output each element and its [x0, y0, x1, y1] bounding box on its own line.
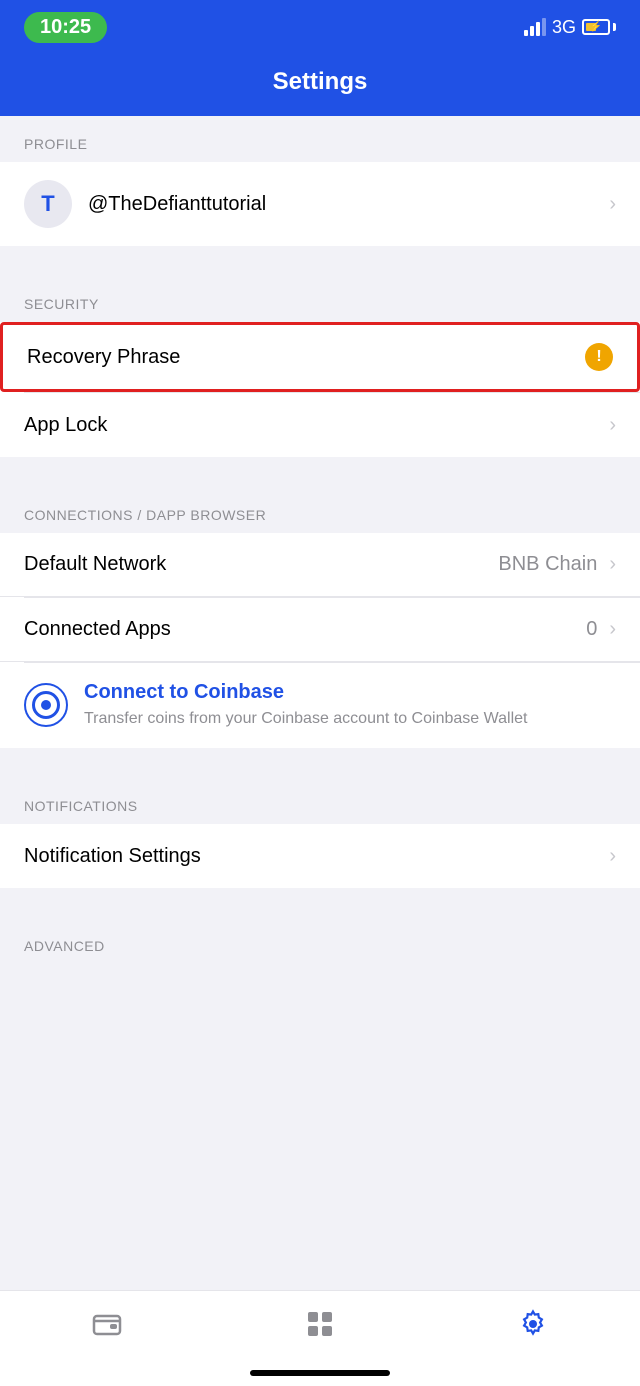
connected-apps-label: Connected Apps — [24, 618, 171, 641]
separator-1 — [0, 246, 640, 276]
nav-item-wallet[interactable] — [72, 1306, 142, 1349]
notification-settings-item[interactable]: Notification Settings › — [0, 824, 640, 888]
separator-2 — [0, 457, 640, 487]
security-card: Recovery Phrase ! App Lock › — [0, 322, 640, 457]
section-label-notifications: NOTIFICATIONS — [0, 778, 640, 824]
warning-badge-icon: ! — [585, 343, 613, 371]
chevron-right-icon: › — [609, 553, 616, 576]
chevron-right-icon: › — [609, 414, 616, 437]
coinbase-subtitle: Transfer coins from your Coinbase accoun… — [84, 708, 616, 730]
coinbase-title: Connect to Coinbase — [84, 681, 616, 704]
notification-settings-left: Notification Settings — [24, 845, 609, 868]
content-area: PROFILE T @TheDefianttutorial › SECURITY… — [0, 116, 640, 1084]
page-header: Settings — [0, 54, 640, 116]
connections-card: Default Network BNB Chain › Connected Ap… — [0, 533, 640, 748]
default-network-right: BNB Chain › — [498, 553, 616, 576]
default-network-value: BNB Chain — [498, 553, 597, 576]
nav-item-apps[interactable] — [285, 1305, 355, 1350]
bottom-nav — [0, 1290, 640, 1386]
status-time: 10:25 — [24, 12, 107, 43]
profile-item-right: › — [609, 193, 616, 216]
network-label: 3G — [552, 17, 576, 38]
recovery-phrase-item[interactable]: Recovery Phrase ! — [0, 322, 640, 392]
recovery-phrase-left: Recovery Phrase — [27, 346, 585, 369]
coinbase-text-block: Connect to Coinbase Transfer coins from … — [84, 681, 616, 730]
status-right: 3G ⚡ — [524, 17, 616, 38]
default-network-left: Default Network — [24, 553, 498, 576]
bottom-nav-items — [0, 1291, 640, 1362]
connected-apps-right: 0 › — [586, 618, 616, 641]
connected-apps-item[interactable]: Connected Apps 0 › — [0, 598, 640, 662]
coinbase-logo-icon — [24, 683, 68, 727]
profile-username: @TheDefianttutorial — [88, 193, 266, 216]
home-indicator — [250, 1370, 390, 1376]
default-network-item[interactable]: Default Network BNB Chain › — [0, 533, 640, 597]
coinbase-connect-item[interactable]: Connect to Coinbase Transfer coins from … — [0, 663, 640, 748]
separator-4 — [0, 888, 640, 918]
signal-bars-icon — [524, 18, 546, 36]
recovery-phrase-right: ! — [585, 343, 613, 371]
separator-3 — [0, 748, 640, 778]
default-network-label: Default Network — [24, 553, 166, 576]
section-label-advanced: ADVANCED — [0, 918, 640, 964]
settings-gear-icon — [518, 1309, 548, 1346]
nav-item-settings[interactable] — [498, 1305, 568, 1350]
profile-card: T @TheDefianttutorial › — [0, 162, 640, 246]
wallet-icon — [92, 1310, 122, 1345]
app-lock-right: › — [609, 414, 616, 437]
notification-settings-right: › — [609, 845, 616, 868]
connected-apps-left: Connected Apps — [24, 618, 586, 641]
connected-apps-count: 0 — [586, 618, 597, 641]
app-lock-item[interactable]: App Lock › — [0, 393, 640, 457]
chevron-right-icon: › — [609, 193, 616, 216]
status-bar: 10:25 3G ⚡ — [0, 0, 640, 54]
chevron-right-icon: › — [609, 618, 616, 641]
section-label-security: SECURITY — [0, 276, 640, 322]
profile-item-left: T @TheDefianttutorial — [24, 180, 609, 228]
recovery-phrase-label: Recovery Phrase — [27, 346, 180, 369]
notification-settings-label: Notification Settings — [24, 845, 201, 868]
apps-grid-icon — [305, 1309, 335, 1346]
page-title: Settings — [273, 68, 368, 95]
app-lock-left: App Lock — [24, 414, 609, 437]
section-label-connections: CONNECTIONS / DAPP BROWSER — [0, 487, 640, 533]
notifications-card: Notification Settings › — [0, 824, 640, 888]
battery-icon: ⚡ — [582, 19, 616, 35]
app-lock-label: App Lock — [24, 414, 107, 437]
avatar: T — [24, 180, 72, 228]
chevron-right-icon: › — [609, 845, 616, 868]
profile-account-item[interactable]: T @TheDefianttutorial › — [0, 162, 640, 246]
section-label-profile: PROFILE — [0, 116, 640, 162]
